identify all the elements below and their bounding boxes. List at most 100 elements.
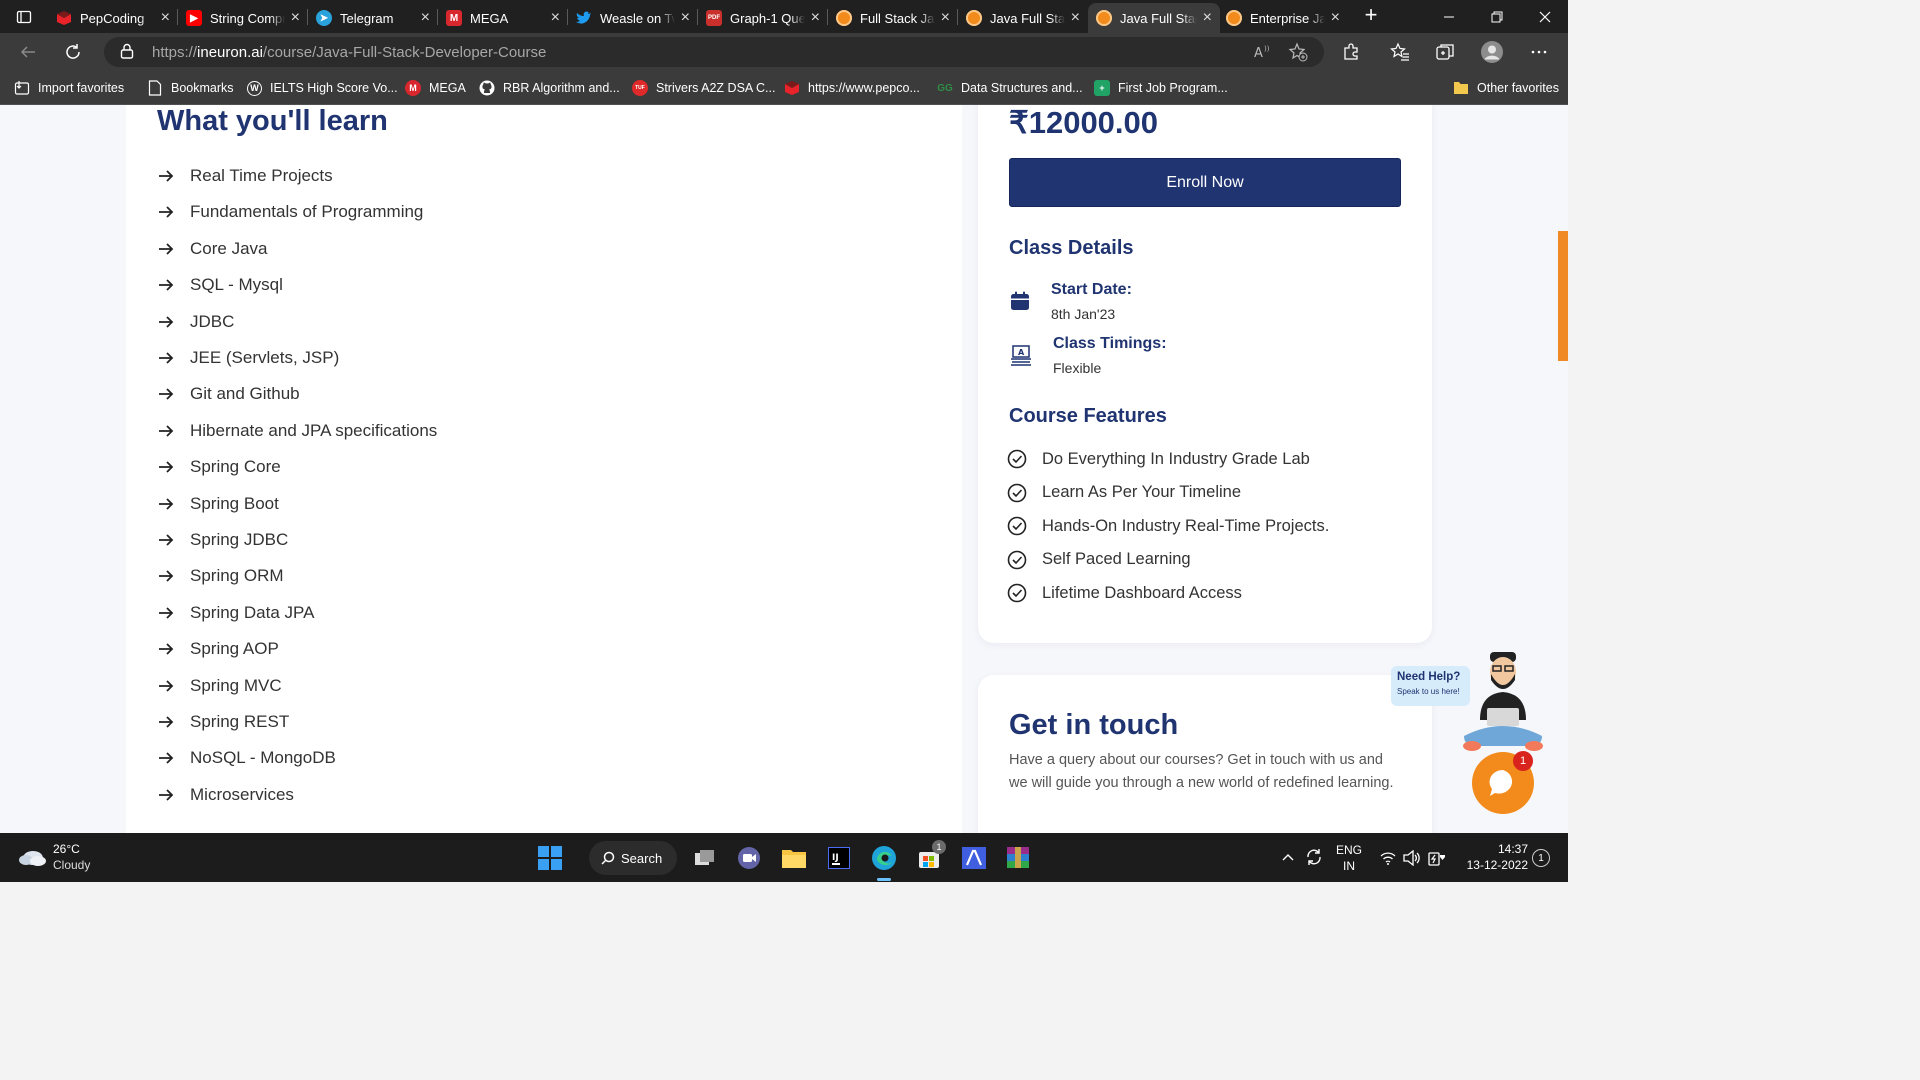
restore-button[interactable] (1474, 0, 1520, 33)
tab-title: Full Stack Java (860, 10, 935, 26)
browser-tab[interactable]: PDF Graph-1 Questions × (698, 3, 828, 33)
pycharm-button[interactable] (957, 841, 991, 875)
favorite-item[interactable]: https://www.pepco... (784, 78, 920, 98)
favorite-item[interactable]: RBR Algorithm and... (479, 78, 620, 98)
favorite-item[interactable]: Import favorites (14, 78, 124, 98)
ineuron-icon (836, 10, 852, 26)
close-tab-icon[interactable]: × (811, 9, 820, 27)
clock-date[interactable]: 13-12-2022 (1452, 858, 1528, 872)
battery-charging-icon[interactable] (1428, 849, 1446, 867)
close-tab-icon[interactable]: × (551, 9, 560, 27)
favorite-label: MEGA (429, 81, 466, 95)
sync-icon[interactable] (1305, 848, 1323, 866)
browser-tab[interactable]: Weasle on Twitter × (568, 3, 698, 33)
learn-list-item: Spring ORM (158, 564, 284, 588)
close-tab-icon[interactable]: × (291, 9, 300, 27)
notification-center-button[interactable]: 1 (1532, 849, 1550, 867)
learn-list-item: Real Time Projects (158, 164, 333, 188)
favorite-item[interactable]: Other favorites (1453, 78, 1559, 98)
learn-section-title: What you'll learn (157, 105, 388, 137)
language-bottom[interactable]: IN (1335, 859, 1363, 873)
tab-title: String Compression (210, 10, 285, 26)
arrow-right-icon (158, 533, 176, 547)
browser-tab[interactable]: PepCoding × (48, 3, 178, 33)
learn-item-label: Core Java (190, 238, 268, 258)
file-explorer-button[interactable] (777, 841, 811, 875)
new-tab-button[interactable]: + (1360, 4, 1382, 28)
taskbar-search[interactable]: Search (589, 841, 677, 875)
store-button[interactable]: 1 (912, 840, 946, 875)
close-tab-icon[interactable]: × (941, 9, 950, 27)
contact-text: Have a query about our courses? Get in t… (1009, 752, 1394, 791)
course-feature-item: Self Paced Learning (1007, 549, 1191, 571)
plus-box-icon: + (1094, 80, 1110, 96)
svg-text:IJ: IJ (832, 853, 839, 863)
browser-tab[interactable]: Full Stack Java × (828, 3, 958, 33)
favorite-item[interactable]: + First Job Program... (1094, 78, 1228, 98)
profile-button[interactable] (1477, 37, 1507, 67)
add-favorite-button[interactable] (1288, 42, 1308, 67)
weather-temperature[interactable]: 26°C (53, 842, 80, 856)
pepcoding-logo-icon (56, 10, 72, 26)
close-tab-icon[interactable]: × (1331, 9, 1340, 27)
ineuron-icon (1096, 10, 1112, 26)
favorite-item[interactable]: W IELTS High Score Vo... (247, 78, 398, 98)
tab-actions-button[interactable] (8, 4, 40, 30)
browser-tab[interactable]: Java Full Stack × (1088, 3, 1220, 33)
extensions-button[interactable] (1336, 37, 1366, 67)
page-content: What you'll learn Real Time Projects Fund… (0, 105, 1568, 833)
teams-chat-button[interactable] (732, 841, 766, 875)
learn-item-label: Spring Boot (190, 493, 279, 513)
settings-more-button[interactable] (1524, 37, 1554, 67)
browser-tab[interactable]: M MEGA × (438, 3, 568, 33)
start-button[interactable] (533, 841, 567, 875)
clock-time[interactable]: 14:37 (1452, 842, 1528, 856)
tab-title: PepCoding (80, 10, 145, 26)
intellij-button[interactable]: IJ (822, 841, 856, 875)
weather-condition[interactable]: Cloudy (53, 858, 90, 872)
favorite-item[interactable]: Bookmarks (147, 78, 234, 98)
close-tab-icon[interactable]: × (421, 9, 430, 27)
close-tab-icon[interactable]: × (1203, 9, 1212, 27)
refresh-button[interactable] (58, 37, 88, 67)
winrar-button[interactable] (1001, 841, 1035, 875)
browser-tab[interactable]: Java Full Stack × (958, 3, 1088, 33)
enroll-now-button[interactable]: Enroll Now (1009, 158, 1401, 207)
address-bar[interactable]: https://ineuron.ai/course/Java-Full-Stac… (104, 37, 1324, 67)
favorite-item[interactable]: GG Data Structures and... (937, 78, 1083, 98)
browser-tab[interactable]: Enterprise Java × (1218, 3, 1348, 33)
minimize-button[interactable] (1426, 0, 1472, 33)
show-hidden-icons-chevron-icon[interactable] (1282, 852, 1294, 862)
learn-list-item: Fundamentals of Programming (158, 200, 423, 224)
language-top[interactable]: ENG (1335, 843, 1363, 857)
need-help-bubble[interactable]: Need Help? Speak to us here! (1391, 666, 1470, 706)
collections-button[interactable] (1430, 37, 1460, 67)
learn-item-label: Spring MVC (190, 675, 282, 695)
course-feature-item: Learn As Per Your Timeline (1007, 482, 1241, 504)
browser-tab[interactable]: ➤ Telegram × (308, 3, 438, 33)
favorites-button[interactable] (1385, 37, 1415, 67)
wifi-icon[interactable] (1380, 851, 1396, 865)
learn-list-item: Spring JDBC (158, 528, 288, 552)
edge-button[interactable] (867, 841, 901, 875)
edge-icon (872, 846, 896, 870)
volume-icon[interactable] (1403, 850, 1421, 866)
task-view-button[interactable] (688, 841, 722, 875)
close-tab-icon[interactable]: × (161, 9, 170, 27)
learn-list-item: Spring Data JPA (158, 601, 314, 625)
arrow-right-icon (158, 205, 176, 219)
read-aloud-button[interactable]: A)) (1252, 42, 1272, 67)
close-tab-icon[interactable]: × (681, 9, 690, 27)
favorite-item[interactable]: TUF Strivers A2Z DSA C... (632, 78, 775, 98)
weather-cloud-icon (19, 851, 46, 866)
close-window-button[interactable] (1522, 0, 1568, 33)
favorite-label: Data Structures and... (961, 81, 1083, 95)
learn-item-label: Hibernate and JPA specifications (190, 420, 438, 440)
back-button[interactable] (13, 37, 43, 67)
page-scrollbar-thumb[interactable] (1558, 231, 1568, 361)
close-tab-icon[interactable]: × (1071, 9, 1080, 27)
browser-tab[interactable]: ▶ String Compression × (178, 3, 308, 33)
arrow-right-icon (158, 642, 176, 656)
favorite-item[interactable]: M MEGA (405, 78, 466, 98)
search-icon (601, 851, 615, 865)
